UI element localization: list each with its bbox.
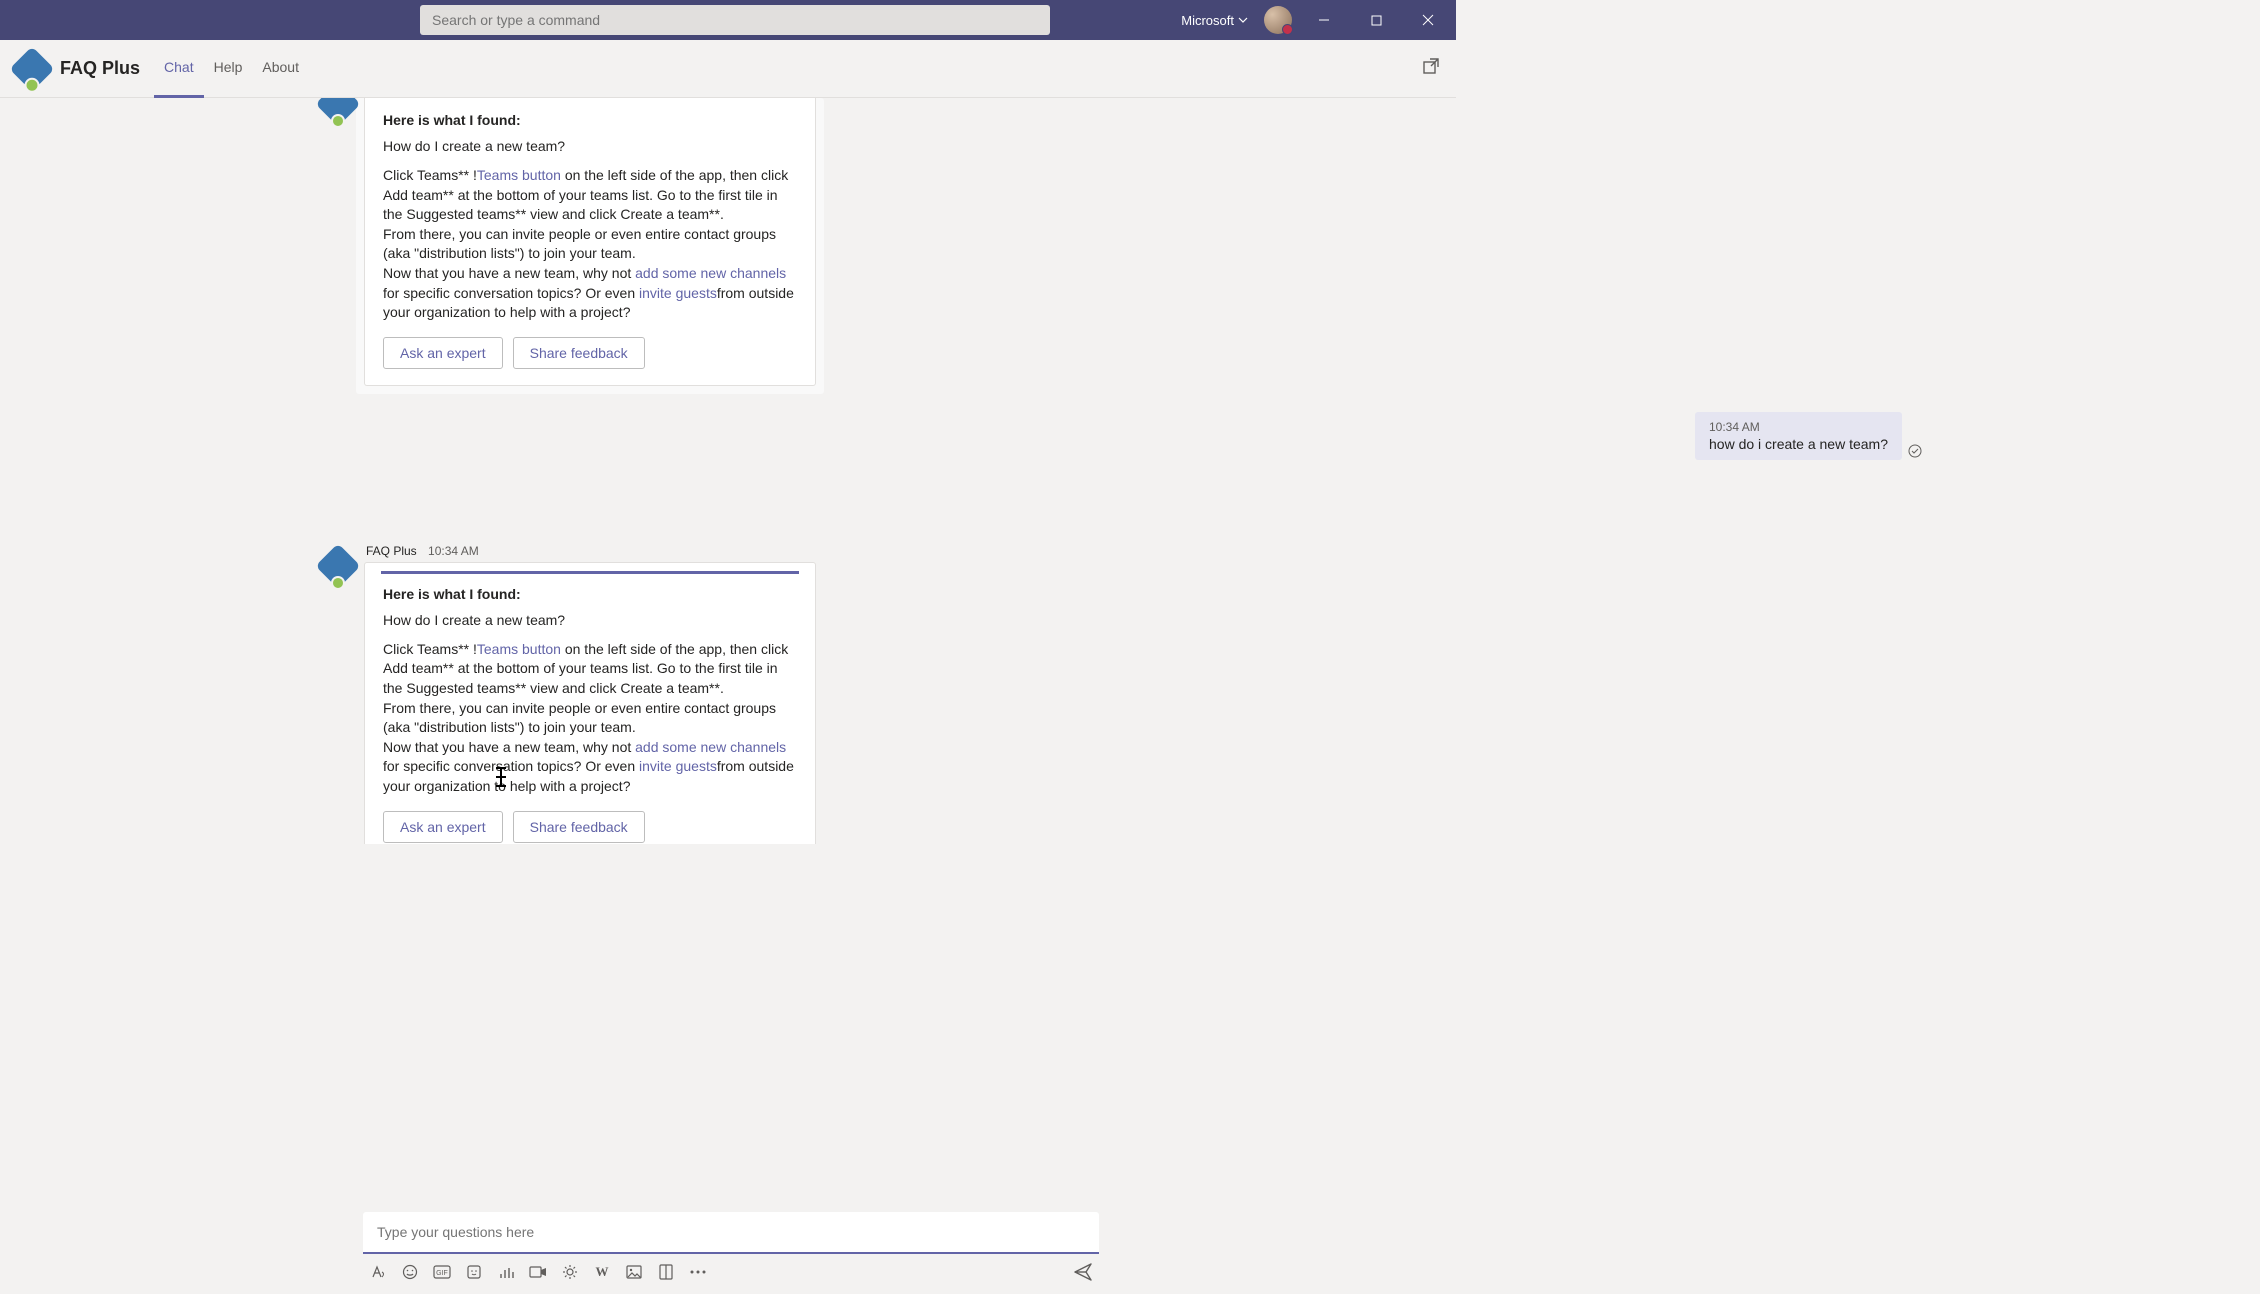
sender-name: FAQ Plus bbox=[366, 544, 417, 558]
share-feedback-button[interactable]: Share feedback bbox=[513, 811, 645, 843]
invite-guests-link[interactable]: invite guests bbox=[639, 285, 717, 301]
message-bubble: Here is what I found: How do I create a … bbox=[356, 98, 824, 394]
teams-button-link[interactable]: Teams button bbox=[477, 167, 561, 183]
user-message[interactable]: 10:34 AM how do i create a new team? bbox=[1695, 412, 1902, 460]
minimize-button[interactable] bbox=[1304, 0, 1344, 40]
weather-icon[interactable] bbox=[561, 1263, 579, 1281]
title-bar: Microsoft bbox=[0, 0, 1456, 40]
sent-status-icon bbox=[1908, 444, 1922, 458]
org-label: Microsoft bbox=[1181, 13, 1234, 28]
app-header: FAQ Plus Chat Help About bbox=[0, 40, 1456, 98]
send-button[interactable] bbox=[1073, 1262, 1093, 1282]
image-icon[interactable] bbox=[625, 1263, 643, 1281]
app-title: FAQ Plus bbox=[60, 58, 140, 79]
tab-about[interactable]: About bbox=[252, 40, 309, 98]
org-switcher[interactable]: Microsoft bbox=[1181, 13, 1248, 28]
share-feedback-button[interactable]: Share feedback bbox=[513, 337, 645, 369]
adaptive-card: Here is what I found: How do I create a … bbox=[364, 562, 816, 844]
svg-text:GIF: GIF bbox=[436, 1270, 448, 1277]
bot-message-row: Here is what I found: How do I create a … bbox=[322, 98, 2260, 394]
message-input[interactable] bbox=[363, 1212, 1099, 1254]
more-icon[interactable] bbox=[689, 1263, 707, 1281]
bot-avatar-icon bbox=[315, 98, 360, 127]
chat-scroll[interactable]: Here is what I found: How do I create a … bbox=[0, 98, 2260, 1214]
stream-icon[interactable] bbox=[529, 1263, 547, 1281]
popout-icon[interactable] bbox=[1422, 57, 1440, 75]
card-question: How do I create a new team? bbox=[383, 612, 797, 628]
add-channels-link[interactable]: add some new channels bbox=[635, 265, 786, 281]
card-body: Click Teams** !Teams button on the left … bbox=[383, 166, 797, 323]
add-channels-link[interactable]: add some new channels bbox=[635, 739, 786, 755]
poll-icon[interactable] bbox=[497, 1263, 515, 1281]
user-avatar[interactable] bbox=[1264, 6, 1292, 34]
ask-expert-button[interactable]: Ask an expert bbox=[383, 811, 503, 843]
sticker-icon[interactable] bbox=[465, 1263, 483, 1281]
card-body: Click Teams** !Teams button on the left … bbox=[383, 640, 797, 797]
message-time: 10:34 AM bbox=[428, 544, 479, 558]
emoji-icon[interactable] bbox=[401, 1263, 419, 1281]
tab-help[interactable]: Help bbox=[204, 40, 253, 98]
invite-guests-link[interactable]: invite guests bbox=[639, 758, 717, 774]
user-message-row: 10:34 AM how do i create a new team? bbox=[0, 412, 1922, 460]
compose-toolbar: GIF W bbox=[363, 1254, 1099, 1290]
chat-area: Here is what I found: How do I create a … bbox=[0, 98, 2260, 1294]
card-question: How do I create a new team? bbox=[383, 138, 797, 154]
tab-chat[interactable]: Chat bbox=[154, 40, 204, 98]
bot-message-row: FAQ Plus 10:34 AM Here is what I found: … bbox=[322, 544, 2260, 844]
search-wrapper bbox=[420, 5, 1050, 35]
app-logo-icon bbox=[9, 46, 54, 91]
gif-icon[interactable]: GIF bbox=[433, 1263, 451, 1281]
news-icon[interactable] bbox=[657, 1263, 675, 1281]
bot-avatar-icon bbox=[315, 543, 360, 588]
card-heading: Here is what I found: bbox=[383, 586, 797, 602]
format-icon[interactable] bbox=[369, 1263, 387, 1281]
search-input[interactable] bbox=[420, 5, 1050, 35]
adaptive-card: Here is what I found: How do I create a … bbox=[364, 98, 816, 386]
chevron-down-icon bbox=[1238, 15, 1248, 25]
message-meta: FAQ Plus 10:34 AM bbox=[364, 544, 816, 562]
maximize-button[interactable] bbox=[1356, 0, 1396, 40]
message-time: 10:34 AM bbox=[1709, 420, 1888, 434]
wikipedia-icon[interactable]: W bbox=[593, 1263, 611, 1281]
close-button[interactable] bbox=[1408, 0, 1448, 40]
message-text: how do i create a new team? bbox=[1709, 436, 1888, 452]
ask-expert-button[interactable]: Ask an expert bbox=[383, 337, 503, 369]
card-heading: Here is what I found: bbox=[383, 112, 797, 128]
compose-area: GIF W bbox=[363, 1212, 1099, 1294]
teams-button-link[interactable]: Teams button bbox=[477, 641, 561, 657]
